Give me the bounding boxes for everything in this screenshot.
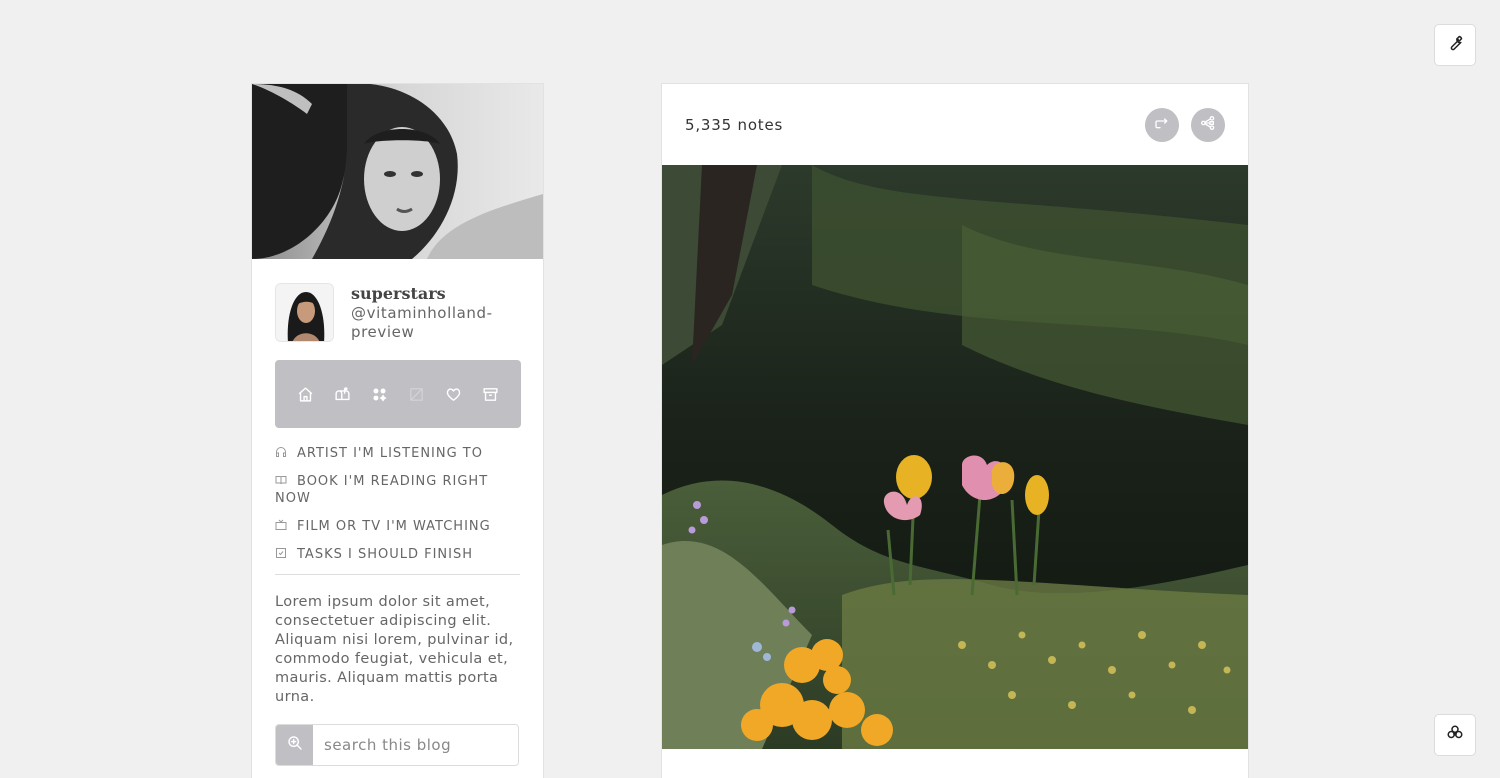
mailbox-icon[interactable] [333,385,352,404]
theme-button[interactable] [1434,714,1476,756]
search-icon [287,735,303,755]
wrench-icon [1446,34,1464,56]
flower-icon [1446,724,1464,746]
link-label: BOOK I'M READING RIGHT NOW [275,474,489,506]
link-list: ARTIST I'M LISTENING TO BOOK I'M READING… [252,428,543,563]
blog-handle: @vitaminholland-preview [351,304,493,341]
link-label: TASKS I SHOULD FINISH [297,547,474,562]
post: 5,335 notes [661,83,1249,778]
header-image [252,84,543,259]
headphones-icon [275,446,287,458]
notes-count[interactable]: 5,335 notes [685,116,783,134]
tv-icon [275,519,287,531]
search-input[interactable] [313,725,518,765]
link-book[interactable]: BOOK I'M READING RIGHT NOW [275,473,520,507]
link-artist[interactable]: ARTIST I'M LISTENING TO [275,445,520,462]
checkbox-icon [275,547,287,559]
customize-button[interactable] [1434,24,1476,66]
reblog-icon [1154,115,1170,135]
link-film[interactable]: FILM OR TV I'M WATCHING [275,518,520,535]
blank-icon[interactable] [407,385,426,404]
book-icon [275,474,287,486]
post-photo[interactable] [662,165,1248,749]
archive-icon[interactable] [481,385,500,404]
home-icon[interactable] [296,385,315,404]
share-button[interactable] [1191,107,1225,142]
heart-icon[interactable] [444,385,463,404]
avatar[interactable] [275,283,334,342]
share-icon [1200,115,1216,135]
sidebar: superstars @vitaminholland-preview ARTIS… [251,83,544,778]
link-label: FILM OR TV I'M WATCHING [297,519,491,534]
grid-icon[interactable] [370,385,389,404]
link-label: ARTIST I'M LISTENING TO [297,446,483,461]
search-box [275,724,519,766]
link-tasks[interactable]: TASKS I SHOULD FINISH [275,546,520,563]
search-button[interactable] [276,725,313,765]
nav-bar [275,360,521,428]
reblog-button[interactable] [1145,107,1179,142]
blog-title[interactable]: superstars [351,284,501,304]
blog-description: Lorem ipsum dolor sit amet, consectetuer… [275,594,514,705]
